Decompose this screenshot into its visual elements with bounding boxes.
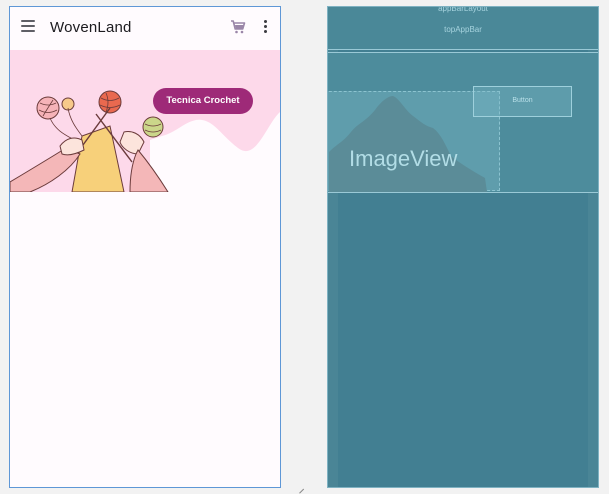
- design-preview: WovenLand Tecnica Crochet: [9, 6, 281, 488]
- menu-icon[interactable]: [21, 20, 35, 32]
- blueprint-preview: appBarLayout topAppBar ImageView Button: [327, 6, 599, 488]
- top-app-bar: WovenLand: [10, 7, 280, 50]
- resize-handle[interactable]: [294, 484, 305, 494]
- crochet-technique-chip[interactable]: Tecnica Crochet: [153, 88, 253, 114]
- hero-illustration: [10, 50, 280, 192]
- more-vert-icon[interactable]: [264, 20, 268, 34]
- blueprint-button[interactable]: Button: [473, 86, 572, 117]
- cart-icon[interactable]: [230, 19, 246, 35]
- blueprint-appbar-layout[interactable]: appBarLayout topAppBar: [328, 7, 598, 50]
- appbar-layout-label: appBarLayout: [438, 6, 488, 13]
- app-title: WovenLand: [50, 19, 132, 36]
- hero-section: Tecnica Crochet: [10, 50, 280, 192]
- button-label: Button: [512, 97, 533, 104]
- top-app-bar-label: topAppBar: [444, 25, 482, 34]
- image-view-label: ImageView: [349, 146, 458, 171]
